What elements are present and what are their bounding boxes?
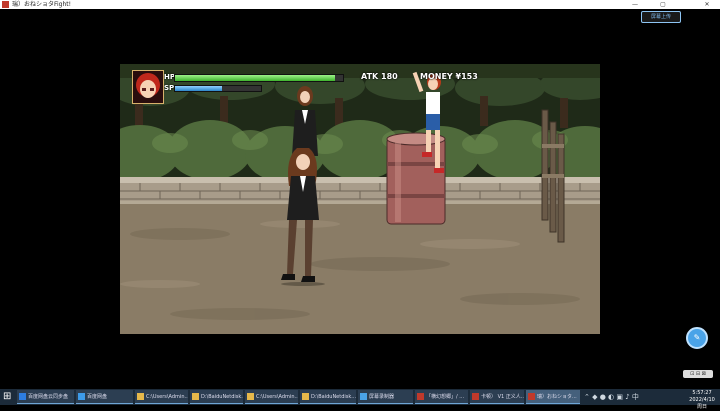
taskbar-item-label: 「横幻想郷」/ ... bbox=[426, 394, 465, 400]
attack-stat: ATK 180 bbox=[361, 72, 398, 81]
taskbar-app-icon bbox=[360, 393, 367, 400]
taskbar-item[interactable]: C:\Users\Admin... bbox=[135, 390, 188, 404]
taskbar-item[interactable]: D:\BaiduNetdisk... bbox=[300, 390, 356, 404]
screen-upload-button[interactable]: 屏幕上传 bbox=[641, 11, 681, 23]
mini-toolbar[interactable]: ⊡ ⊟ ⊠ bbox=[683, 370, 713, 378]
taskbar-item-label: 百度网盘云同步盘 bbox=[28, 394, 69, 400]
taskbar-item-label: C:\Users\Admin... bbox=[146, 394, 188, 400]
sp-bar bbox=[174, 85, 262, 92]
clock-time: 5:57:27 bbox=[692, 390, 712, 396]
close-button[interactable]: ✕ bbox=[702, 0, 712, 9]
maximize-button[interactable]: ▢ bbox=[658, 0, 668, 9]
taskbar-item[interactable]: 卡顿） V1 正义人... bbox=[470, 390, 524, 404]
taskbar-app-icon bbox=[472, 393, 479, 400]
taskbar-app-icon bbox=[78, 393, 85, 400]
hp-bar bbox=[174, 74, 344, 82]
taskbar-item-label: D:\BaiduNetdisk... bbox=[201, 394, 243, 400]
taskbar-item-label: D:\BaiduNetdisk... bbox=[311, 394, 356, 400]
floating-tool-button[interactable]: ✎ bbox=[686, 327, 708, 349]
taskbar-item-label: 百度网盘 bbox=[87, 394, 108, 400]
money-stat: MONEY ¥153 bbox=[420, 72, 478, 81]
player-portrait bbox=[132, 70, 164, 104]
clock-date: 2022/4/10 周日 bbox=[689, 397, 715, 410]
taskbar-app-icon bbox=[247, 393, 254, 400]
player-boy-sprite bbox=[412, 71, 444, 173]
taskbar-item-label: 屏幕录制器 bbox=[369, 394, 395, 400]
window-titlebar: 瑞）おねショタFight! — ▢ ✕ bbox=[0, 0, 720, 9]
taskbar-clock[interactable]: 5:57:27 2022/4/10 周日 bbox=[686, 390, 718, 411]
taskbar-app-icon bbox=[192, 393, 199, 400]
taskbar-item[interactable]: C:\Users\Admin... bbox=[245, 390, 298, 404]
taskbar-item[interactable]: 「横幻想郷」/ ... bbox=[415, 390, 468, 404]
taskbar-item[interactable]: 百度网盘 bbox=[76, 390, 133, 404]
sp-bar-fill bbox=[175, 86, 223, 91]
taskbar-app-icon bbox=[137, 393, 144, 400]
taskbar-app-icon bbox=[19, 393, 26, 400]
taskbar-item-label: C:\Users\Admin... bbox=[256, 394, 298, 400]
taskbar-item-label: 卡顿） V1 正义人... bbox=[481, 394, 524, 400]
system-tray[interactable]: ⌃ ◆ ● ◐ ▣ ♪ 中 bbox=[584, 391, 639, 403]
game-viewport[interactable]: HP SP ATK 180 MONEY ¥153 bbox=[120, 64, 600, 334]
ground-texture bbox=[120, 220, 580, 320]
player-face-icon bbox=[136, 73, 160, 98]
taskbar-item[interactable]: D:\BaiduNetdisk... bbox=[190, 390, 243, 404]
minimize-button[interactable]: — bbox=[630, 0, 640, 9]
taskbar-item[interactable]: 百度网盘云同步盘 bbox=[17, 390, 74, 404]
taskbar-item[interactable]: 屏幕录制器 bbox=[358, 390, 413, 404]
app-icon bbox=[2, 1, 9, 8]
taskbar-item[interactable]: 瑞）おねショタ... bbox=[526, 390, 580, 404]
taskbar-app-icon bbox=[417, 393, 424, 400]
taskbar-item-label: 瑞）おねショタ... bbox=[537, 394, 577, 400]
enemy-woman-front-sprite bbox=[281, 148, 325, 286]
window-title: 瑞）おねショタFight! bbox=[12, 1, 72, 8]
trees-background bbox=[120, 78, 600, 178]
taskbar-app-icon bbox=[528, 393, 535, 400]
wooden-fence bbox=[541, 109, 565, 243]
taskbar: ⊞ 百度网盘云同步盘 百度网盘 C:\Users\Admin... D:\BaiduN… bbox=[0, 389, 720, 410]
taskbar-app-icon bbox=[302, 393, 309, 400]
windows-icon[interactable]: ⊞ bbox=[3, 391, 15, 403]
stone-wall bbox=[120, 177, 600, 207]
sp-label: SP bbox=[164, 84, 175, 92]
hp-bar-fill bbox=[175, 75, 335, 81]
